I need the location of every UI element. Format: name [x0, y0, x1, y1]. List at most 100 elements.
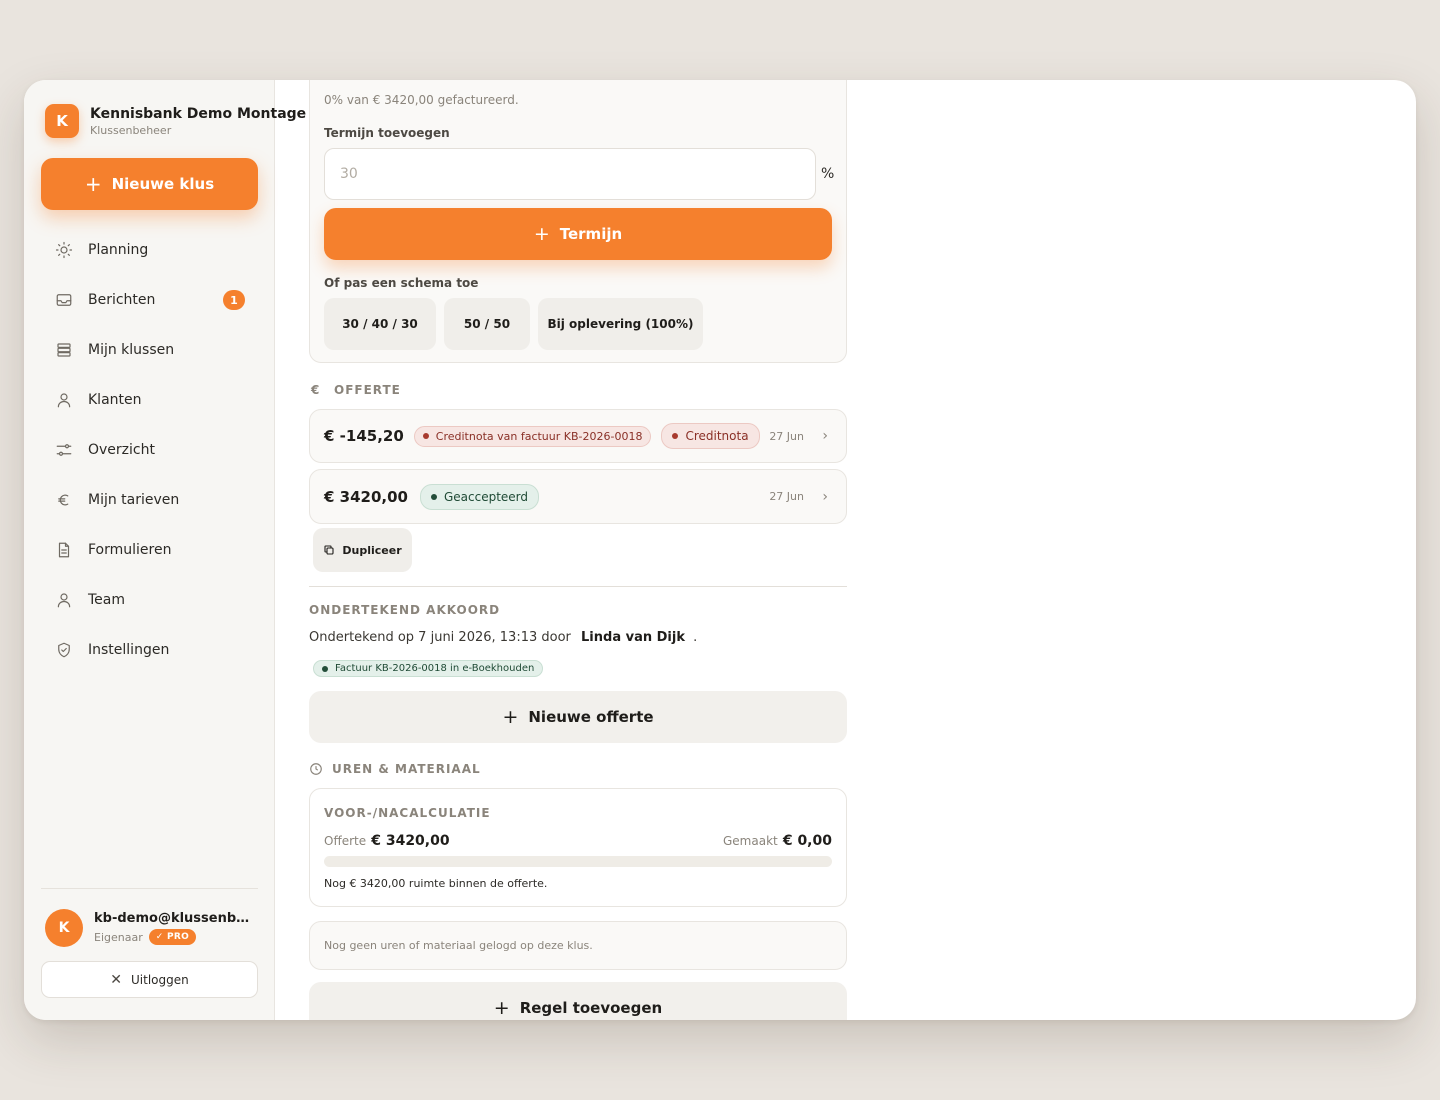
signature-suffix: . — [693, 630, 698, 645]
uren-heading-label: UREN & MATERIAAL — [332, 762, 481, 776]
logout-button[interactable]: ✕ Uitloggen — [41, 961, 258, 998]
offer-total: Offerte € 3420,00 — [324, 830, 450, 849]
chevron-right-icon: › — [822, 488, 828, 505]
status-dot — [672, 433, 679, 439]
offerte-date: 27 Jun — [769, 490, 804, 503]
status-dot — [322, 665, 328, 672]
schema-30-40-30-button[interactable]: 30 / 40 / 30 — [324, 298, 436, 350]
user-role: Eigenaar — [94, 930, 143, 944]
empty-log-text: Nog geen uren of materiaal gelogd op dez… — [324, 939, 593, 952]
made-total-label: Gemaakt — [723, 834, 778, 848]
signer-name: Linda van Dijk — [581, 630, 685, 645]
sidebar-item-planning[interactable]: Planning — [41, 225, 258, 275]
empty-log-card: Nog geen uren of materiaal gelogd op dez… — [309, 921, 847, 970]
schema-oplevering-button[interactable]: Bij oplevering (100%) — [538, 298, 703, 350]
akkoord-section-heading: ONDERTEKEND AKKOORD — [309, 603, 501, 617]
person-icon — [55, 591, 73, 609]
sidebar-item-label: Overzicht — [88, 442, 155, 458]
add-term-button[interactable]: + Termijn — [324, 208, 832, 260]
add-line-button[interactable]: + Regel toevoegen — [309, 982, 847, 1020]
sidebar-item-label: Planning — [88, 242, 149, 258]
offer-total-label: Offerte — [324, 834, 367, 848]
euro-icon — [55, 491, 73, 509]
duplicate-label: Dupliceer — [342, 543, 402, 557]
remaining-budget-text: Nog € 3420,00 ruimte binnen de offerte. — [324, 877, 548, 890]
user-profile[interactable]: K kb-demo@klussenbeheer.nl Eigenaar ✓ PR… — [45, 909, 254, 947]
offerte-row-geaccepteerd[interactable]: € 3420,00 Geaccepteerd 27 Jun › — [309, 469, 847, 524]
chevron-right-icon: › — [822, 428, 828, 444]
brand[interactable]: K Kennisbank Demo Montage Klussenbeheer — [45, 104, 306, 138]
sidebar-item-klanten[interactable]: Klanten — [41, 375, 258, 425]
app-window: K Kennisbank Demo Montage Klussenbeheer … — [24, 80, 1416, 1020]
sidebar-item-label: Mijn tarieven — [88, 492, 180, 508]
add-term-button-label: Termijn — [559, 225, 623, 243]
avatar: K — [45, 909, 83, 947]
new-offer-label: Nieuwe offerte — [528, 708, 654, 726]
sidebar-item-berichten[interactable]: Berichten 1 — [41, 275, 258, 325]
offerte-date: 27 Jun — [769, 429, 804, 443]
signature-prefix: Ondertekend op 7 juni 2026, 13:13 door — [309, 630, 571, 645]
made-total-value: € 0,00 — [782, 833, 832, 849]
euro-icon: € — [311, 383, 321, 397]
add-term-label: Termijn toevoegen — [324, 126, 450, 140]
logout-label: Uitloggen — [131, 972, 189, 987]
shield-icon — [55, 641, 73, 659]
sidebar-item-label: Berichten — [88, 292, 156, 308]
main-content: 0% van € 3420,00 gefactureerd. Termijn t… — [309, 80, 847, 1020]
billed-percentage-text: 0% van € 3420,00 gefactureerd. — [324, 93, 519, 107]
creditnota-source-tag: Creditnota van factuur KB-2026-0018 — [413, 425, 652, 447]
new-job-label: Nieuwe klus — [111, 175, 215, 193]
plus-icon: + — [493, 996, 510, 1019]
status-dot — [430, 493, 437, 500]
new-job-button[interactable]: + Nieuwe klus — [41, 158, 258, 210]
termijnen-card: 0% van € 3420,00 gefactureerd. Termijn t… — [309, 80, 847, 363]
pro-badge: ✓ PRO — [148, 929, 197, 945]
sidebar-item-label: Formulieren — [88, 542, 172, 558]
made-total: Gemaakt € 0,00 — [723, 830, 832, 849]
offerte-row-creditnota[interactable]: € -145,20 Creditnota van factuur KB-2026… — [309, 409, 847, 463]
sidebar-divider — [41, 888, 258, 889]
sidebar-item-mijn-tarieven[interactable]: Mijn tarieven — [41, 475, 258, 525]
sidebar-item-overzicht[interactable]: Overzicht — [41, 425, 258, 475]
status-dot — [422, 433, 429, 439]
sidebar-item-team[interactable]: Team — [41, 575, 258, 625]
close-icon: ✕ — [110, 971, 122, 988]
sidebar-item-formulieren[interactable]: Formulieren — [41, 525, 258, 575]
percent-sign: % — [821, 166, 835, 182]
signature-text: Ondertekend op 7 juni 2026, 13:13 door L… — [309, 630, 697, 645]
invoice-sync-label: Factuur KB-2026-0018 in e-Boekhouden — [335, 663, 535, 674]
offerte-section-heading: € OFFERTE — [311, 383, 401, 397]
stack-icon — [55, 341, 73, 359]
user-email: kb-demo@klussenbeheer.nl — [94, 911, 254, 926]
new-offer-button[interactable]: + Nieuwe offerte — [309, 691, 847, 743]
schema-50-50-button[interactable]: 50 / 50 — [444, 298, 530, 350]
sidebar-item-label: Team — [88, 592, 126, 608]
sidebar-item-label: Mijn klussen — [88, 342, 175, 358]
add-line-label: Regel toevoegen — [519, 999, 663, 1017]
offerte-amount: € 3420,00 — [324, 487, 408, 506]
section-divider — [309, 586, 847, 587]
sidebar: K Kennisbank Demo Montage Klussenbeheer … — [24, 80, 306, 1020]
creditnota-source-label: Creditnota van factuur KB-2026-0018 — [435, 429, 643, 443]
duplicate-button[interactable]: Dupliceer — [313, 528, 412, 572]
sidebar-item-mijn-klussen[interactable]: Mijn klussen — [41, 325, 258, 375]
sun-icon — [55, 241, 73, 259]
status-label: Creditnota — [685, 429, 749, 443]
calculation-card: VOOR-/NACALCULATIE Offerte € 3420,00 Gem… — [309, 788, 847, 907]
plus-icon: + — [84, 172, 102, 196]
inbox-icon — [55, 291, 73, 309]
term-percentage-input[interactable] — [324, 148, 816, 200]
status-badge: Geaccepteerd — [419, 483, 540, 510]
brand-name: Kennisbank Demo Montage — [90, 105, 307, 122]
document-icon — [55, 541, 73, 559]
sidebar-item-label: Instellingen — [88, 642, 170, 658]
offer-total-value: € 3420,00 — [371, 833, 450, 849]
sidebar-item-label: Klanten — [88, 392, 142, 408]
brand-subtitle: Klussenbeheer — [90, 123, 172, 137]
status-label: Geaccepteerd — [443, 489, 529, 504]
schema-label: Of pas een schema toe — [324, 276, 479, 290]
sidebar-item-instellingen[interactable]: Instellingen — [41, 625, 258, 675]
calculation-title: VOOR-/NACALCULATIE — [324, 806, 491, 820]
clock-icon — [309, 762, 323, 776]
budget-progress-bar — [324, 856, 832, 867]
